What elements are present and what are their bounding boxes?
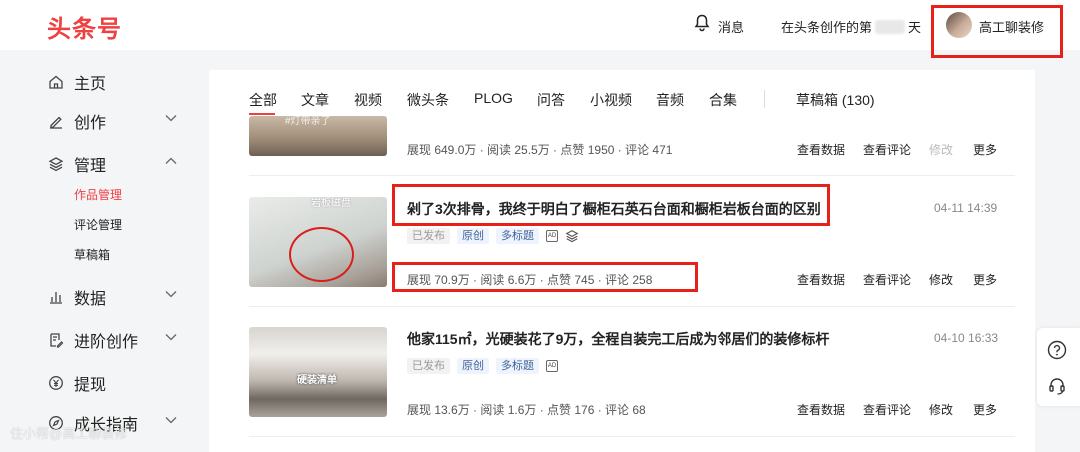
bar-chart-icon: [50, 292, 62, 304]
row-divider: [249, 436, 1015, 437]
status-badge: 已发布: [407, 358, 450, 374]
tab-audio[interactable]: 音频: [656, 90, 684, 110]
days-prefix: 在头条创作的第: [781, 20, 873, 35]
ad-icon: AD: [546, 230, 558, 242]
layers-icon: [48, 157, 64, 172]
customer-service-icon[interactable]: [1047, 376, 1067, 396]
watermark: 住小帮@高工聊装修: [10, 426, 128, 441]
article-thumbnail[interactable]: #灯带亲了: [249, 116, 387, 156]
row-divider: [249, 175, 1015, 176]
sidebar-item-label: 进阶创作: [74, 334, 139, 351]
view-data-button[interactable]: 查看数据: [797, 271, 845, 288]
chevron-up-icon[interactable]: [165, 157, 177, 165]
logo[interactable]: 头条号: [47, 9, 122, 44]
more-button[interactable]: 更多: [973, 141, 997, 158]
bell-icon[interactable]: [694, 14, 710, 32]
article-title[interactable]: 他家115㎡，光硬装花了9万，全程自装完工后成为邻居们的装修标杆: [407, 329, 829, 349]
tab-short-video[interactable]: 小视频: [590, 90, 632, 110]
edit-button[interactable]: 修改: [929, 271, 953, 288]
username[interactable]: 高工聊装修: [979, 17, 1044, 36]
view-comments-button[interactable]: 查看评论: [863, 141, 911, 158]
article-tags: 已发布 原创 多标题 AD: [407, 228, 579, 244]
sidebar-item-label: 创作: [74, 115, 107, 132]
article-stats: 展现 13.6万 · 阅读 1.6万 · 点赞 176 · 评论 68: [407, 403, 646, 417]
tab-video[interactable]: 视频: [354, 90, 382, 110]
multi-title-badge: 多标题: [496, 358, 539, 374]
layers-icon: [565, 230, 579, 243]
thumbnail-caption: 岩板磁盘: [311, 198, 351, 209]
chevron-down-icon[interactable]: [165, 290, 177, 298]
sidebar-item-data[interactable]: 数据: [48, 285, 106, 309]
sidebar-item-label: 提现: [74, 377, 107, 394]
tab-divider: [764, 90, 765, 108]
article-thumbnail[interactable]: 硬装清单: [249, 327, 387, 417]
stats-highlight-box: [392, 262, 698, 292]
home-icon: [49, 75, 63, 89]
edit-button[interactable]: 修改: [929, 401, 953, 418]
chevron-down-icon[interactable]: [165, 114, 177, 122]
sidebar-item-label: 主页: [74, 76, 107, 93]
sidebar-sub-works[interactable]: 作品管理: [74, 186, 122, 203]
view-data-button[interactable]: 查看数据: [797, 141, 845, 158]
avatar[interactable]: [946, 12, 972, 38]
tab-collection[interactable]: 合集: [709, 90, 737, 110]
publish-time: 04-11 14:39: [934, 201, 998, 215]
article-stats: 展现 649.0万 · 阅读 25.5万 · 点赞 1950 · 评论 471: [407, 143, 673, 157]
more-button[interactable]: 更多: [973, 271, 997, 288]
thumbnail-caption: 硬装清单: [297, 375, 337, 386]
message-link[interactable]: 消息: [718, 17, 744, 36]
days-suffix: 天: [908, 20, 922, 35]
sidebar-item-create[interactable]: 创作: [48, 109, 106, 133]
floating-help-panel: [1037, 328, 1080, 406]
edit-button[interactable]: 修改: [929, 141, 953, 158]
thumbnail-caption: #灯带亲了: [285, 116, 331, 127]
yen-icon: [49, 376, 63, 390]
pen-icon: [50, 116, 62, 129]
sidebar-sub-drafts[interactable]: 草稿箱: [74, 246, 110, 263]
chevron-down-icon[interactable]: [165, 333, 177, 341]
more-button[interactable]: 更多: [973, 401, 997, 418]
original-badge: 原创: [457, 228, 489, 244]
sidebar-item-home[interactable]: 主页: [48, 70, 106, 94]
view-comments-button[interactable]: 查看评论: [863, 271, 911, 288]
article-tags: 已发布 原创 多标题 AD: [407, 358, 558, 374]
view-comments-button[interactable]: 查看评论: [863, 401, 911, 418]
tab-drafts[interactable]: 草稿箱 (130): [796, 90, 875, 110]
publish-time: 04-10 16:33: [934, 331, 999, 345]
edit-doc-icon: [50, 333, 64, 348]
multi-title-badge: 多标题: [496, 228, 539, 244]
days-count-blurred: [875, 20, 906, 34]
sidebar-item-label: 管理: [74, 158, 107, 175]
help-icon[interactable]: [1047, 340, 1067, 360]
thumbnail-circle-mark: [289, 227, 354, 282]
title-highlight-box: [392, 184, 830, 226]
sidebar-item-label: 数据: [74, 291, 107, 308]
tab-qa[interactable]: 问答: [537, 90, 565, 110]
tab-all[interactable]: 全部: [249, 90, 277, 110]
view-data-button[interactable]: 查看数据: [797, 401, 845, 418]
status-badge: 已发布: [407, 228, 450, 244]
article-thumbnail[interactable]: 岩板磁盘: [249, 197, 387, 287]
sidebar-item-withdraw[interactable]: 提现: [48, 371, 106, 395]
active-tab-indicator: [249, 113, 275, 115]
sidebar-sub-comments[interactable]: 评论管理: [74, 216, 122, 233]
tab-plog[interactable]: PLOG: [474, 90, 513, 106]
creation-days: 在头条创作的第 天: [781, 17, 921, 36]
chevron-down-icon[interactable]: [165, 416, 177, 424]
tab-article[interactable]: 文章: [301, 90, 329, 110]
sidebar-item-manage[interactable]: 管理: [48, 152, 106, 176]
tab-weitoutiao[interactable]: 微头条: [407, 90, 449, 110]
row-divider: [249, 306, 1015, 307]
sidebar-item-advanced[interactable]: 进阶创作: [48, 328, 138, 352]
original-badge: 原创: [457, 358, 489, 374]
ad-icon: AD: [546, 360, 558, 372]
